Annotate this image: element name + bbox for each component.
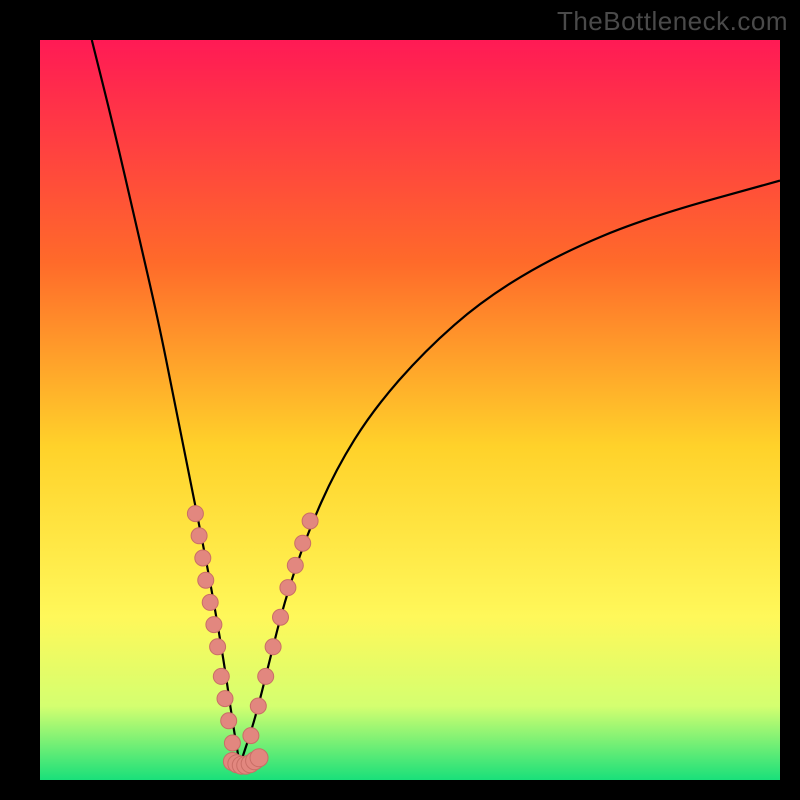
data-marker [221,713,237,729]
data-marker [195,550,211,566]
data-marker [191,528,207,544]
data-marker [265,639,281,655]
data-marker [213,668,229,684]
data-marker [217,691,233,707]
data-marker [224,735,240,751]
data-marker [295,535,311,551]
gradient-background [40,40,780,780]
data-marker [206,617,222,633]
data-marker [198,572,214,588]
data-marker [287,557,303,573]
bottleneck-curve-chart [40,40,780,780]
data-marker [187,506,203,522]
data-marker [210,639,226,655]
data-marker [280,580,296,596]
data-marker [258,668,274,684]
chart-container: TheBottleneck.com [0,0,800,800]
data-marker [250,749,268,767]
data-marker [243,728,259,744]
data-marker [202,594,218,610]
watermark-text: TheBottleneck.com [557,6,788,37]
data-marker [250,698,266,714]
data-marker [273,609,289,625]
data-marker [302,513,318,529]
